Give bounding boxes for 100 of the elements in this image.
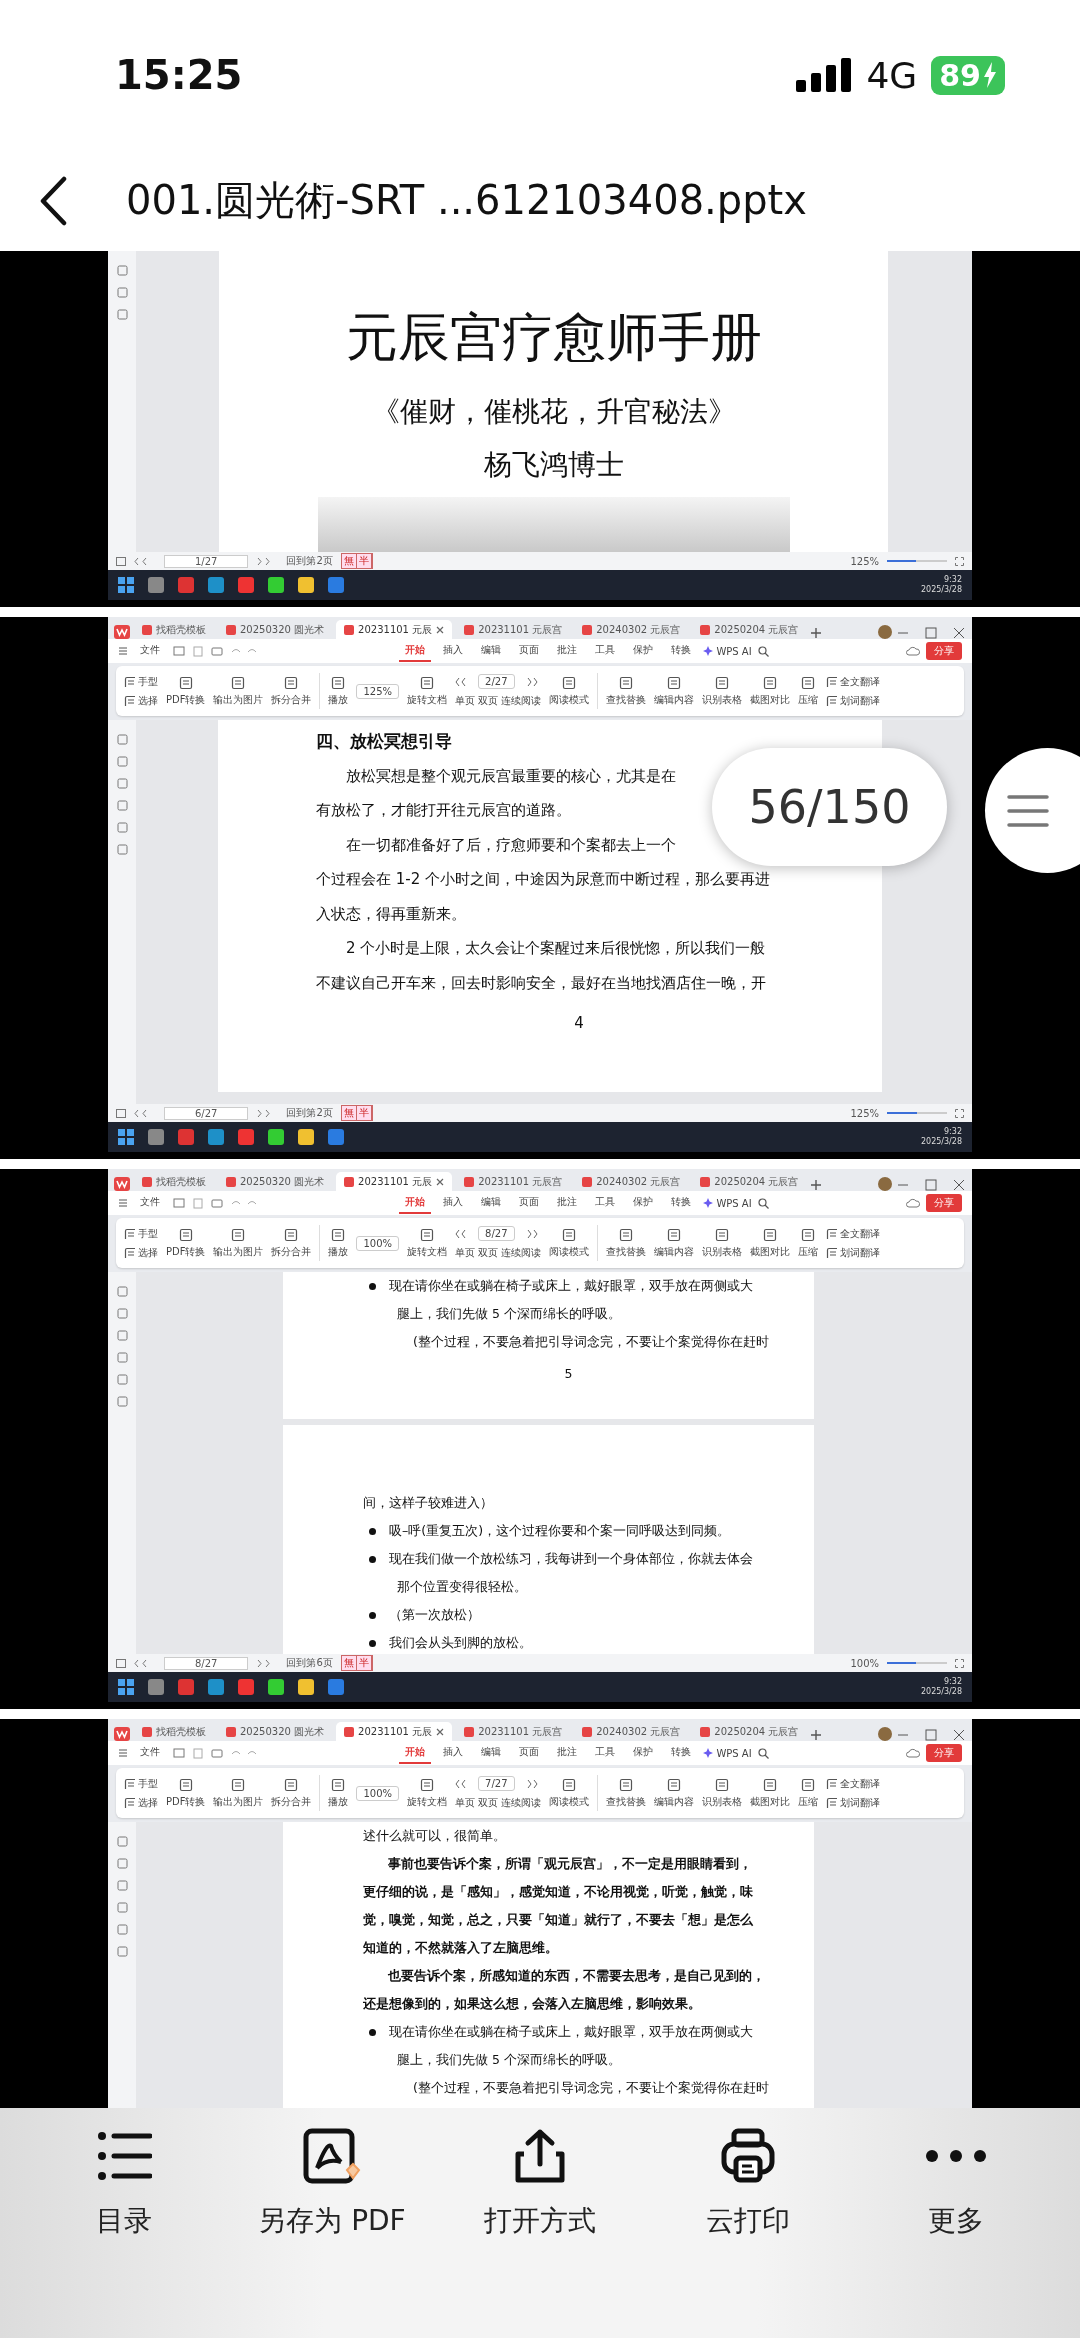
menu-tab[interactable]: 插入 xyxy=(437,1192,470,1214)
zoom-level[interactable]: 100% xyxy=(850,1657,879,1669)
ai-menu[interactable]: WPS AI xyxy=(703,1197,752,1209)
share-button[interactable]: 分享 xyxy=(926,642,962,660)
input-method-bar[interactable]: 無 半 xyxy=(340,1655,373,1671)
ribbon-button[interactable]: 全文翻译 xyxy=(826,1776,881,1791)
page-field[interactable]: 8/27 xyxy=(164,1656,249,1670)
ribbon-button[interactable]: 选择 xyxy=(124,693,158,708)
app-icon[interactable] xyxy=(328,577,344,593)
app-logo-icon[interactable] xyxy=(114,1177,130,1191)
ribbon-button[interactable]: PDF转换 xyxy=(166,675,206,707)
sidebar-icon[interactable] xyxy=(116,265,128,276)
app-icon[interactable] xyxy=(208,1679,224,1695)
ribbon-button[interactable]: 阅读模式 xyxy=(549,1777,590,1809)
toolbar-button[interactable]: 云打印 xyxy=(644,2108,852,2241)
sidebar-icon[interactable] xyxy=(116,1836,128,1847)
document-tab[interactable]: 20231101 元辰宫 xyxy=(456,620,571,639)
menu-tab[interactable]: 工具 xyxy=(589,1192,622,1214)
ribbon-button[interactable]: 截图对比 xyxy=(750,675,791,707)
fullscreen-icon[interactable] xyxy=(955,556,964,566)
app-icon[interactable] xyxy=(298,1129,314,1145)
view-button[interactable]: 连续阅读 xyxy=(501,1796,542,1810)
ribbon-button[interactable]: 播放 xyxy=(328,1227,349,1259)
document-tab[interactable]: 20250204 元辰宫 xyxy=(692,1172,807,1191)
ai-menu[interactable]: WPS AI xyxy=(703,1747,752,1759)
ribbon-button[interactable]: 全文翻译 xyxy=(826,1226,881,1241)
document-tab[interactable]: 20231101 元辰宫 xyxy=(456,1722,571,1741)
view-button[interactable]: 单页 xyxy=(455,1246,476,1260)
document-tab[interactable]: 20250204 元辰宫 xyxy=(692,620,807,639)
app-icon[interactable] xyxy=(268,1129,284,1145)
window-controls-icon[interactable] xyxy=(896,1729,966,1741)
view-button[interactable]: 单页 xyxy=(455,1796,476,1810)
ribbon-button[interactable]: 播放 xyxy=(328,675,349,707)
view-button[interactable]: 双页 xyxy=(478,1246,499,1260)
window-controls-icon[interactable] xyxy=(896,1179,966,1191)
back-to-page-link[interactable]: 回到第6页 xyxy=(286,1656,333,1670)
start-icon[interactable] xyxy=(118,577,134,593)
plus-icon[interactable] xyxy=(810,1179,823,1191)
menu-tab[interactable]: 编辑 xyxy=(475,1192,508,1214)
input-method-bar[interactable]: 無 半 xyxy=(340,553,373,569)
menu-tab[interactable]: 页面 xyxy=(513,1742,546,1764)
app-icon[interactable] xyxy=(268,1679,284,1695)
start-icon[interactable] xyxy=(118,1679,134,1695)
page-field[interactable]: 7/27 xyxy=(478,1776,515,1791)
menu-tab[interactable]: 转换 xyxy=(665,1192,698,1214)
ribbon-button[interactable]: 输出为图片 xyxy=(213,1227,264,1259)
ribbon-button[interactable]: PDF转换 xyxy=(166,1227,206,1259)
ribbon-button[interactable]: 识别表格 xyxy=(702,675,743,707)
app-icon[interactable] xyxy=(148,1679,164,1695)
page-field[interactable]: 2/27 xyxy=(478,674,515,689)
app-icon[interactable] xyxy=(148,577,164,593)
zoom-field[interactable]: 100% xyxy=(356,1235,400,1251)
close-icon[interactable] xyxy=(436,1177,445,1186)
ribbon-button[interactable]: 识别表格 xyxy=(702,1227,743,1259)
menu-tab[interactable]: 插入 xyxy=(437,1742,470,1764)
ribbon-button[interactable]: 编辑内容 xyxy=(654,1227,695,1259)
back-to-page-link[interactable]: 回到第2页 xyxy=(286,554,333,568)
menu-tab[interactable]: 插入 xyxy=(437,640,470,662)
ribbon-button[interactable]: 全文翻译 xyxy=(826,674,881,689)
document-tab[interactable]: 找稻壳模板 xyxy=(134,1172,214,1191)
menu-tab[interactable]: 批注 xyxy=(551,1192,584,1214)
ribbon-button[interactable]: 阅读模式 xyxy=(549,675,590,707)
fullscreen-icon[interactable] xyxy=(955,1108,964,1118)
menu-tab[interactable]: 保护 xyxy=(627,640,660,662)
app-icon[interactable] xyxy=(178,577,194,593)
view-button[interactable]: 连续阅读 xyxy=(501,694,542,708)
document-tab[interactable]: 找稻壳模板 xyxy=(134,620,214,639)
app-icon[interactable] xyxy=(238,577,254,593)
app-icon[interactable] xyxy=(268,577,284,593)
close-icon[interactable] xyxy=(436,625,445,634)
document-tab[interactable]: 20240302 元辰宫 xyxy=(574,1172,689,1191)
sidebar-icon[interactable] xyxy=(116,1858,128,1869)
document-tab[interactable]: 20231101 元辰 xyxy=(336,1722,453,1741)
ribbon-button[interactable]: 选择 xyxy=(124,1795,158,1810)
file-menu[interactable]: 文件 xyxy=(134,640,166,662)
document-tab[interactable]: 20250320 圆光术 xyxy=(218,1722,333,1741)
plus-icon[interactable] xyxy=(810,1729,823,1741)
ribbon-button[interactable]: 手型 xyxy=(124,1776,158,1791)
zoom-level[interactable]: 125% xyxy=(850,555,879,567)
toolbar-button[interactable]: 更多 xyxy=(852,2108,1060,2241)
app-icon[interactable] xyxy=(328,1129,344,1145)
menu-tab[interactable]: 保护 xyxy=(627,1742,660,1764)
toolbar-button[interactable]: 目录 xyxy=(20,2108,228,2241)
menu-icon[interactable] xyxy=(118,1198,128,1208)
panel-icon[interactable] xyxy=(116,556,126,566)
ribbon-button[interactable]: 划词翻译 xyxy=(826,1245,881,1260)
ribbon-button[interactable]: 截图对比 xyxy=(750,1227,791,1259)
share-button[interactable]: 分享 xyxy=(926,1194,962,1212)
ribbon-button[interactable]: 查找替换 xyxy=(606,1227,647,1259)
menu-tab[interactable]: 转换 xyxy=(665,1742,698,1764)
menu-tab[interactable]: 编辑 xyxy=(475,1742,508,1764)
cloud-icon[interactable] xyxy=(906,646,920,656)
ribbon-button[interactable]: 旋转文档 xyxy=(407,1777,448,1809)
share-button[interactable]: 分享 xyxy=(926,1744,962,1762)
sidebar-icon[interactable] xyxy=(116,756,128,767)
ribbon-button[interactable]: 手型 xyxy=(124,1226,158,1241)
app-icon[interactable] xyxy=(328,1679,344,1695)
document-tab[interactable]: 20250204 元辰宫 xyxy=(692,1722,807,1741)
app-icon[interactable] xyxy=(178,1129,194,1145)
document-tab[interactable]: 20250320 圆光术 xyxy=(218,1172,333,1191)
